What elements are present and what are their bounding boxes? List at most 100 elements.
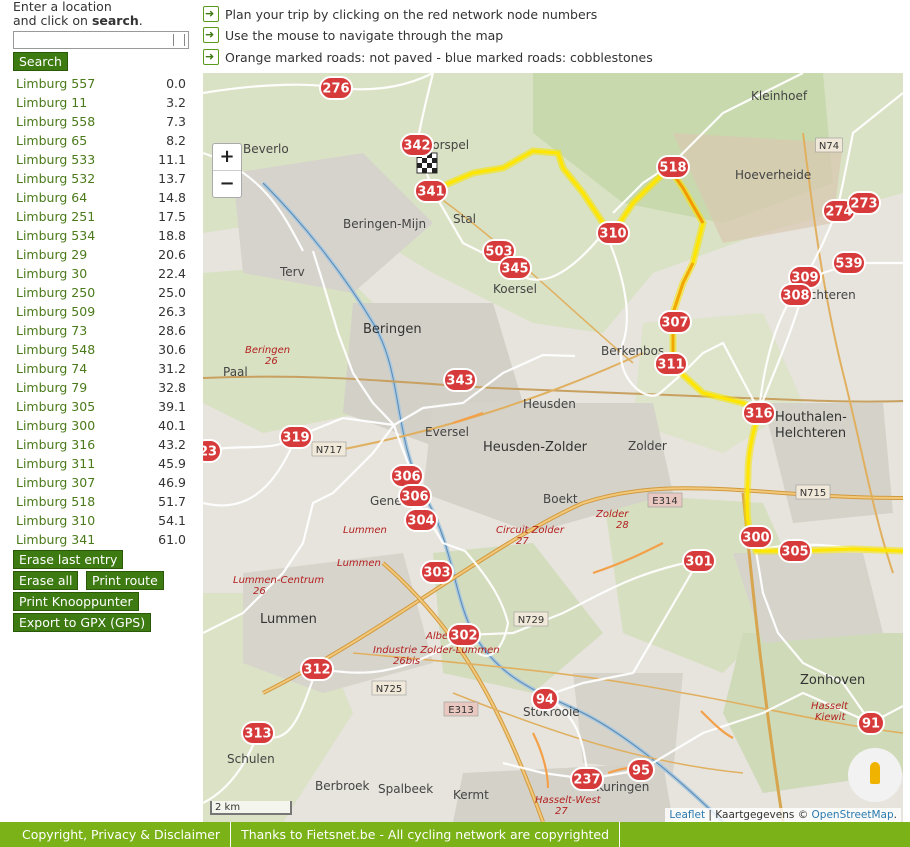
network-node-273[interactable]: 273 [847, 191, 881, 215]
network-node-342[interactable]: 342 [400, 133, 434, 157]
map-canvas[interactable]: Beverlo KorspelStalBeringen-MijnKoerselBe… [203, 73, 903, 822]
network-node-316[interactable]: 316 [742, 401, 776, 425]
route-distance: 25.0 [158, 285, 186, 300]
route-list-item[interactable]: Limburg 311 45.9 [16, 454, 186, 473]
route-list-item[interactable]: Limburg 29 20.6 [16, 245, 186, 264]
network-node-237[interactable]: 237 [570, 767, 604, 791]
network-node-301[interactable]: 301 [682, 549, 716, 573]
note-text: Plan your trip by clicking on the red ne… [225, 7, 598, 22]
network-node-311[interactable]: 311 [654, 352, 688, 376]
route-list-item[interactable]: Limburg 250 25.0 [16, 283, 186, 302]
erase-all-button[interactable]: Erase all [13, 571, 79, 590]
print-knooppunter-button[interactable]: Print Knooppunter [13, 592, 139, 611]
route-list-item[interactable]: Limburg 30 22.4 [16, 264, 186, 283]
network-node-276[interactable]: 276 [319, 76, 353, 100]
network-node-23[interactable]: 23 [203, 439, 222, 463]
route-node-name: Limburg 509 [16, 304, 96, 319]
network-node-306[interactable]: 306 [390, 464, 424, 488]
network-node-319[interactable]: 319 [279, 425, 313, 449]
svg-text:N715: N715 [800, 488, 827, 499]
search-input[interactable] [13, 31, 189, 49]
route-list-item[interactable]: Limburg 300 40.1 [16, 416, 186, 435]
network-node-305[interactable]: 305 [778, 539, 812, 563]
attribution-text: | Kaartgegevens © [705, 809, 812, 821]
zoom-in-button[interactable]: + [213, 144, 241, 171]
network-node-310[interactable]: 310 [596, 221, 630, 245]
copyright-link[interactable]: Copyright, Privacy & Disclaimer [0, 822, 232, 847]
route-list-item[interactable]: Limburg 341 61.0 [16, 530, 186, 549]
network-node-304[interactable]: 304 [404, 508, 438, 532]
network-node-308[interactable]: 308 [779, 283, 813, 307]
route-list-item[interactable]: Limburg 548 30.6 [16, 340, 186, 359]
svg-text:23: 23 [203, 445, 217, 460]
route-list-item[interactable]: Limburg 251 17.5 [16, 207, 186, 226]
network-node-312[interactable]: 312 [300, 657, 334, 681]
network-node-307[interactable]: 307 [658, 310, 692, 334]
map[interactable]: Beverlo Korspel Stal Beringen-Mijn Koersel Be… [203, 73, 903, 822]
network-node-539[interactable]: 539 [832, 251, 866, 275]
route-list-item[interactable]: Limburg 534 18.8 [16, 226, 186, 245]
search-instructions: Enter a location and click on search. [13, 0, 143, 28]
route-list-item[interactable]: Limburg 533 11.1 [16, 150, 186, 169]
route-distance: 8.2 [166, 133, 186, 148]
route-distance: 20.6 [158, 247, 186, 262]
network-node-94[interactable]: 94 [531, 687, 559, 711]
route-list-item[interactable]: Limburg 65 8.2 [16, 131, 186, 150]
network-node-306[interactable]: 306 [398, 484, 432, 508]
route-list-item[interactable]: Limburg 558 7.3 [16, 112, 186, 131]
route-list-item[interactable]: Limburg 11 3.2 [16, 93, 186, 112]
route-list-item[interactable]: Limburg 532 13.7 [16, 169, 186, 188]
svg-text:539: 539 [835, 257, 862, 272]
network-node-313[interactable]: 313 [241, 721, 275, 745]
footer: Copyright, Privacy & Disclaimer Thanks t… [0, 822, 910, 847]
svg-text:341: 341 [417, 185, 444, 200]
svg-text:N729: N729 [518, 615, 545, 626]
network-node-300[interactable]: 300 [739, 525, 773, 549]
svg-text:302: 302 [450, 629, 477, 644]
network-node-345[interactable]: 345 [498, 256, 532, 280]
search-button[interactable]: Search [13, 52, 68, 71]
svg-text:307: 307 [661, 316, 688, 331]
erase-last-button[interactable]: Erase last entry [13, 550, 124, 569]
route-list-item[interactable]: Limburg 316 43.2 [16, 435, 186, 454]
route-distance: 14.8 [158, 190, 186, 205]
route-list-item[interactable]: Limburg 305 39.1 [16, 397, 186, 416]
route-distance: 30.6 [158, 342, 186, 357]
note-text: Use the mouse to navigate through the ma… [225, 28, 504, 43]
svg-text:306: 306 [401, 490, 428, 505]
scale-bar: 2 km [210, 801, 292, 815]
street-view-pegman-icon[interactable] [848, 748, 902, 802]
export-gpx-button[interactable]: Export to GPX (GPS) [13, 613, 152, 632]
network-node-343[interactable]: 343 [443, 368, 477, 392]
route-list-item[interactable]: Limburg 509 26.3 [16, 302, 186, 321]
network-node-302[interactable]: 302 [447, 623, 481, 647]
route-list-item[interactable]: Limburg 73 28.6 [16, 321, 186, 340]
arrow-icon [203, 47, 219, 67]
note-roads: Orange marked roads: not paved - blue ma… [203, 47, 653, 68]
network-node-95[interactable]: 95 [627, 758, 655, 782]
place-label: Heusden [523, 397, 576, 411]
route-list-item[interactable]: Limburg 557 0.0 [16, 74, 186, 93]
road-number-label: N717 [311, 441, 347, 457]
network-node-91[interactable]: 91 [857, 711, 885, 735]
zoom-out-button[interactable]: − [213, 171, 241, 197]
road-number-label: N725 [371, 680, 407, 696]
route-list-item[interactable]: Limburg 310 54.1 [16, 511, 186, 530]
route-list-item[interactable]: Limburg 74 31.2 [16, 359, 186, 378]
route-list-item[interactable]: Limburg 307 46.9 [16, 473, 186, 492]
place-label: Beringen [363, 322, 422, 337]
network-node-518[interactable]: 518 [656, 155, 690, 179]
route-list-item[interactable]: Limburg 79 32.8 [16, 378, 186, 397]
route-distance: 7.3 [166, 114, 186, 129]
osm-link[interactable]: OpenStreetMap [812, 809, 894, 821]
route-list-item[interactable]: Limburg 64 14.8 [16, 188, 186, 207]
leaflet-link[interactable]: Leaflet [669, 809, 705, 821]
zoom-control: + − [212, 143, 242, 198]
route-node-name: Limburg 305 [16, 399, 96, 414]
place-label: Hoeverheide [735, 168, 811, 182]
network-node-303[interactable]: 303 [420, 560, 454, 584]
network-node-341[interactable]: 341 [414, 179, 448, 203]
print-route-button[interactable]: Print route [86, 571, 164, 590]
arrow-icon [203, 25, 219, 45]
route-list-item[interactable]: Limburg 518 51.7 [16, 492, 186, 511]
